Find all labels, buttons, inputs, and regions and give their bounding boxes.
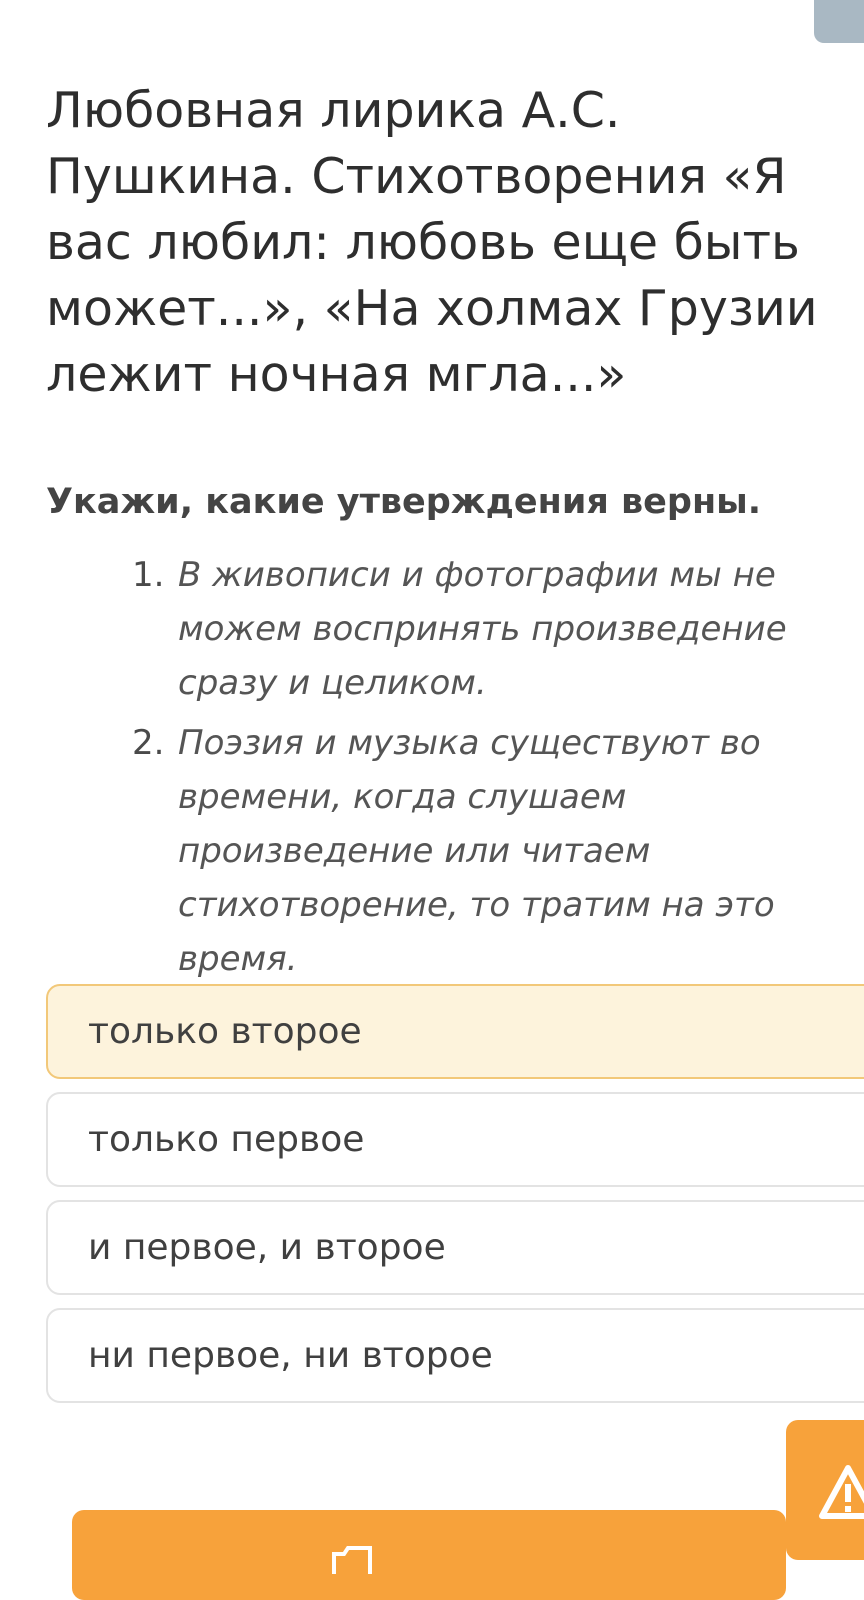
report-problem-button[interactable] [786,1420,864,1560]
top-corner-tab[interactable] [814,0,864,43]
lesson-title: Любовная лирика А.С. Пушкина. Стихотворе… [46,82,818,403]
statement-text: В живописи и фотографии мы не можем восп… [178,555,787,703]
answer-option-label: и первое, и второе [88,1227,446,1268]
question-prompt: Укажи, какие утверждения верны. [46,482,762,522]
statement-number: 2. [132,723,165,763]
answer-option-label: только первое [88,1119,365,1160]
warning-triangle-icon [819,1465,864,1519]
answer-option-only-second[interactable]: только второе [46,984,864,1079]
bottom-action-button[interactable] [72,1510,786,1600]
statement-item: 1. В живописи и фотографии мы не можем в… [132,548,864,710]
answer-option-only-first[interactable]: только первое [46,1092,864,1187]
answer-options: только второе только первое и первое, и … [46,984,864,1416]
statement-text: Поэзия и музыка существуют во времени, к… [178,723,775,979]
answer-option-neither[interactable]: ни первое, ни второе [46,1308,864,1403]
answer-option-label: только второе [88,1011,362,1052]
statement-list: 1. В живописи и фотографии мы не можем в… [132,548,864,992]
statement-number: 1. [132,555,165,595]
action-icon [332,1546,372,1574]
statement-item: 2. Поэзия и музыка существуют во времени… [132,716,864,986]
answer-option-label: ни первое, ни второе [88,1335,493,1376]
answer-option-both[interactable]: и первое, и второе [46,1200,864,1295]
